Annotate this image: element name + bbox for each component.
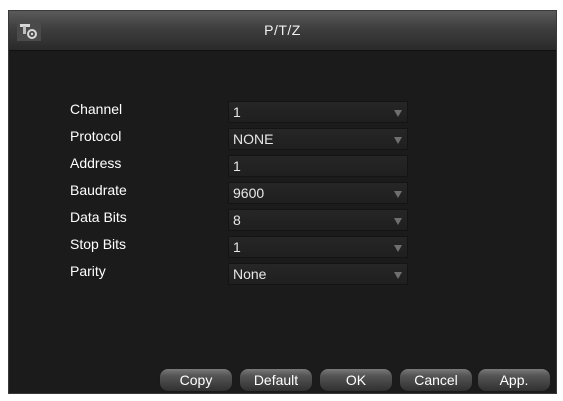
channel-value: 1 bbox=[233, 104, 241, 120]
baudrate-select[interactable]: 9600 bbox=[228, 182, 408, 204]
data-bits-value: 8 bbox=[233, 212, 241, 228]
chevron-down-icon bbox=[394, 191, 402, 198]
data-bits-select[interactable]: 8 bbox=[228, 209, 408, 231]
copy-button[interactable]: Copy bbox=[159, 368, 233, 392]
address-label: Address bbox=[70, 155, 122, 171]
parity-value: None bbox=[233, 266, 267, 282]
channel-select[interactable]: 1 bbox=[228, 101, 408, 123]
baudrate-label: Baudrate bbox=[70, 182, 127, 198]
title-bar: P/T/Z bbox=[9, 11, 556, 51]
ptz-settings-window: P/T/Z Channel 1 Protocol NONE Address 1 … bbox=[8, 10, 557, 394]
chevron-down-icon bbox=[394, 245, 402, 252]
apply-button[interactable]: App. bbox=[477, 368, 551, 392]
data-bits-label: Data Bits bbox=[70, 209, 127, 225]
chevron-down-icon bbox=[394, 272, 402, 279]
default-button[interactable]: Default bbox=[239, 368, 313, 392]
stop-bits-select[interactable]: 1 bbox=[228, 236, 408, 258]
ok-button[interactable]: OK bbox=[319, 368, 393, 392]
chevron-down-icon bbox=[394, 218, 402, 225]
address-value: 1 bbox=[233, 158, 241, 174]
channel-label: Channel bbox=[70, 101, 123, 117]
protocol-value: NONE bbox=[233, 131, 274, 147]
stop-bits-label: Stop Bits bbox=[70, 236, 127, 252]
protocol-select[interactable]: NONE bbox=[228, 128, 408, 150]
stop-bits-value: 1 bbox=[233, 239, 241, 255]
protocol-label: Protocol bbox=[70, 128, 122, 144]
chevron-down-icon bbox=[394, 110, 402, 117]
window-title: P/T/Z bbox=[264, 22, 301, 38]
baudrate-value: 9600 bbox=[233, 185, 265, 201]
chevron-down-icon bbox=[394, 137, 402, 144]
address-input[interactable]: 1 bbox=[228, 155, 408, 177]
parity-label: Parity bbox=[70, 263, 106, 279]
parity-select[interactable]: None bbox=[228, 263, 408, 285]
cancel-button[interactable]: Cancel bbox=[399, 368, 473, 392]
